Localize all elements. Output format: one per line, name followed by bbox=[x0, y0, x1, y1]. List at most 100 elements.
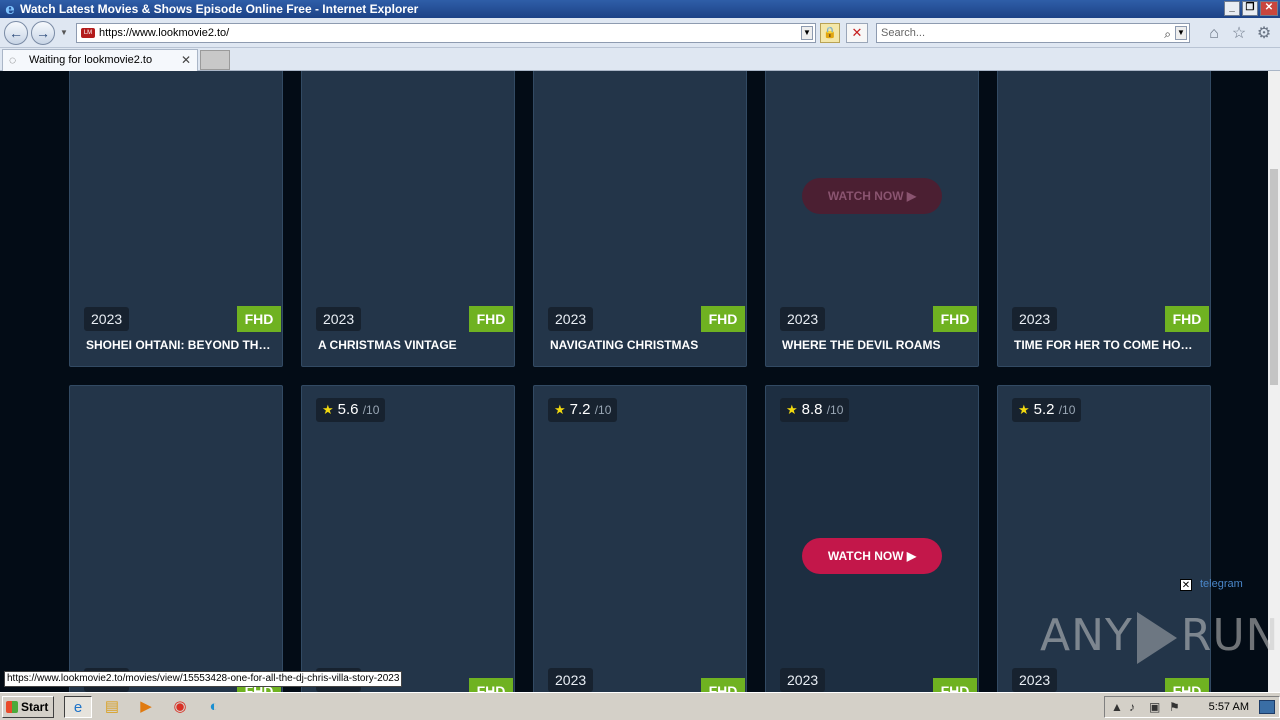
status-link-preview: https://www.lookmovie2.to/movies/view/15… bbox=[4, 671, 403, 687]
search-dropdown-icon[interactable]: ▼ bbox=[1175, 26, 1187, 40]
address-url[interactable]: https://www.lookmovie2.to/ bbox=[99, 24, 229, 42]
star-icon: ★ bbox=[322, 402, 334, 417]
search-input[interactable]: Search... bbox=[881, 27, 925, 39]
year-badge: 2023 bbox=[84, 307, 130, 331]
site-favicon-icon: LM bbox=[81, 28, 95, 38]
year-badge: 2023 bbox=[548, 668, 594, 692]
movie-card[interactable]: ★5.6 /10 2023 FHD bbox=[301, 385, 515, 692]
start-label: Start bbox=[21, 700, 49, 714]
tab-label: Waiting for lookmovie2.to bbox=[29, 54, 153, 66]
watch-now-button[interactable]: WATCH NOW ▶ bbox=[802, 178, 942, 214]
action-center-flag-icon[interactable]: ⚑ bbox=[1169, 697, 1180, 717]
star-icon: ★ bbox=[786, 402, 798, 417]
favorites-star-icon[interactable]: ☆ bbox=[1230, 25, 1248, 43]
anyrun-watermark: ANY RUN bbox=[1040, 610, 1280, 664]
year-badge: 2023 bbox=[1012, 668, 1058, 692]
rating-badge: ★ 7.2 /10 bbox=[548, 398, 618, 422]
year-badge: 2023 bbox=[780, 307, 826, 331]
quality-badge: FHD bbox=[469, 678, 513, 692]
movie-title[interactable]: A CHRISTMAS VINTAGE bbox=[318, 338, 504, 352]
taskbar-file-explorer-icon[interactable]: ▤ bbox=[98, 696, 126, 718]
movie-card[interactable]: 2023 FHD A CHRISTMAS VINTAGE bbox=[301, 71, 515, 367]
rating-badge: ★ 8.8 /10 bbox=[780, 398, 850, 422]
rating-denominator: /10 bbox=[594, 403, 612, 417]
window-controls: _ ❐ ✕ bbox=[1224, 1, 1278, 16]
movie-card[interactable]: ★ 7.2 /10 2023 FHD bbox=[533, 385, 747, 692]
security-lock-icon[interactable]: 🔒 bbox=[820, 23, 840, 43]
search-box[interactable]: Search... ⌕ ▼ bbox=[876, 23, 1190, 43]
quality-badge: FHD bbox=[237, 306, 281, 332]
year-badge: 2023 bbox=[1012, 307, 1058, 331]
close-telegram-icon[interactable]: ✕ bbox=[1180, 579, 1192, 591]
close-tab-icon[interactable]: ✕ bbox=[181, 50, 191, 70]
rating-denominator: /10 bbox=[1058, 403, 1076, 417]
movie-card[interactable]: WATCH NOW ▶ 2023 FHD WHERE THE DEVIL ROA… bbox=[765, 71, 979, 367]
address-bar[interactable]: LM https://www.lookmovie2.to/ ▼ bbox=[76, 23, 816, 43]
year-badge: 2023 bbox=[780, 668, 826, 692]
movie-card[interactable]: 2023 FHD bbox=[69, 385, 283, 692]
tab-current[interactable]: ◌ Waiting for lookmovie2.to ✕ bbox=[2, 49, 198, 71]
quality-badge: FHD bbox=[469, 306, 513, 332]
stop-loading-button[interactable]: ✕ bbox=[846, 23, 868, 43]
rating-value: 7.2 bbox=[569, 401, 591, 418]
quality-badge: FHD bbox=[933, 678, 977, 692]
rating-denominator: /10 bbox=[362, 403, 380, 417]
minimize-button[interactable]: _ bbox=[1224, 1, 1240, 16]
taskbar-chrome-icon[interactable]: ◉ bbox=[166, 696, 194, 718]
forward-arrow-icon: → bbox=[36, 25, 50, 41]
page-scrollbar[interactable] bbox=[1268, 71, 1280, 692]
window-title-bar: e Watch Latest Movies & Shows Episode On… bbox=[0, 0, 1280, 18]
show-hidden-icons-icon[interactable]: ▲ bbox=[1111, 697, 1123, 717]
rating-value: 8.8 bbox=[801, 401, 823, 418]
quality-badge: FHD bbox=[701, 678, 745, 692]
telegram-link[interactable]: telegram bbox=[1200, 578, 1243, 590]
year-badge: 2023 bbox=[548, 307, 594, 331]
quality-badge: FHD bbox=[701, 306, 745, 332]
movie-card[interactable]: 2023 FHD TIME FOR HER TO COME HOME... bbox=[997, 71, 1211, 367]
back-button[interactable]: ← bbox=[4, 21, 28, 45]
taskbar-internet-explorer-icon[interactable]: e bbox=[64, 696, 92, 718]
new-tab-button[interactable] bbox=[200, 50, 230, 70]
watermark-text-left: ANY bbox=[1040, 610, 1133, 661]
watch-now-button[interactable]: WATCH NOW ▶ bbox=[802, 538, 942, 574]
start-button[interactable]: Start bbox=[2, 696, 54, 718]
taskbar-edge-icon[interactable]: ◐ bbox=[200, 696, 228, 718]
star-icon: ★ bbox=[1018, 402, 1030, 417]
year-badge: 2023 bbox=[316, 307, 362, 331]
rating-value: 5.2 bbox=[1033, 401, 1055, 418]
show-desktop-icon[interactable] bbox=[1259, 700, 1275, 714]
movie-card[interactable]: 2023 FHD NAVIGATING CHRISTMAS bbox=[533, 71, 747, 367]
tools-gear-icon[interactable]: ⚙ bbox=[1255, 25, 1273, 43]
movie-title[interactable]: SHOHEI OHTANI: BEYOND THE... bbox=[86, 338, 272, 352]
movie-title[interactable]: WHERE THE DEVIL ROAMS bbox=[782, 338, 968, 352]
rating-badge: ★ 5.6 /10 bbox=[316, 398, 386, 422]
forward-button[interactable]: → bbox=[31, 21, 55, 45]
restore-button[interactable]: ❐ bbox=[1242, 1, 1258, 16]
close-window-button[interactable]: ✕ bbox=[1260, 1, 1278, 16]
taskbar-media-player-icon[interactable]: ▶ bbox=[132, 696, 160, 718]
quality-badge: FHD bbox=[1165, 678, 1209, 692]
recent-pages-dropdown-icon[interactable]: ▼ bbox=[60, 28, 68, 37]
movie-card[interactable]: 2023 FHD SHOHEI OHTANI: BEYOND THE... bbox=[69, 71, 283, 367]
rating-badge: ★ 5.2 /10 bbox=[1012, 398, 1082, 422]
volume-icon[interactable]: ♪ bbox=[1129, 697, 1135, 717]
page-content: 2023 FHD SHOHEI OHTANI: BEYOND THE... 20… bbox=[0, 71, 1268, 692]
star-icon: ★ bbox=[554, 402, 566, 417]
search-icon[interactable]: ⌕ bbox=[1164, 25, 1171, 43]
internet-explorer-icon: e bbox=[5, 0, 15, 18]
system-tray: ▲ ♪ ▣ ⚑ 5:57 AM bbox=[1104, 696, 1280, 718]
movie-title[interactable]: NAVIGATING CHRISTMAS bbox=[550, 338, 736, 352]
taskbar: Start e ▤ ▶ ◉ ◐ ▲ ♪ ▣ ⚑ 5:57 AM bbox=[0, 692, 1280, 720]
scrollbar-thumb[interactable] bbox=[1270, 169, 1278, 385]
system-clock[interactable]: 5:57 AM bbox=[1209, 697, 1249, 717]
network-icon[interactable]: ▣ bbox=[1149, 697, 1160, 717]
window-title: Watch Latest Movies & Shows Episode Onli… bbox=[20, 2, 419, 16]
movie-title[interactable]: TIME FOR HER TO COME HOME... bbox=[1014, 338, 1200, 352]
address-dropdown-icon[interactable]: ▼ bbox=[801, 26, 813, 40]
navigation-bar: ← → ▼ LM https://www.lookmovie2.to/ ▼ 🔒 … bbox=[0, 18, 1280, 48]
watermark-text-right: RUN bbox=[1180, 610, 1280, 661]
back-arrow-icon: ← bbox=[9, 25, 23, 41]
quality-badge: FHD bbox=[1165, 306, 1209, 332]
home-icon[interactable]: ⌂ bbox=[1205, 25, 1223, 43]
movie-card-hovered[interactable]: ★ 8.8 /10 WATCH NOW ▶ 2023 FHD bbox=[765, 385, 979, 692]
